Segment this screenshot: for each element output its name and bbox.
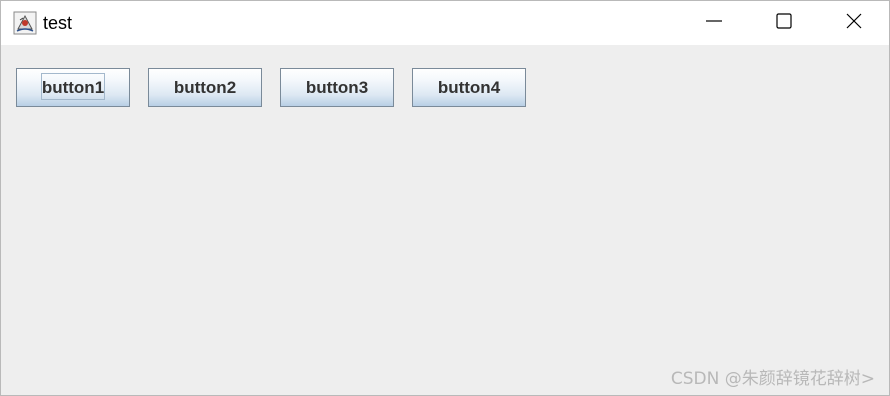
button3-label: button3 <box>305 77 369 97</box>
app-window: test button1 button2 button3 button4 CSD… <box>0 0 890 396</box>
button3[interactable]: button3 <box>280 68 394 107</box>
title-bar[interactable]: test <box>1 1 889 45</box>
window-title: test <box>43 13 73 33</box>
button2-label: button2 <box>173 77 237 97</box>
content-panel: button1 button2 button3 button4 CSDN @朱颜… <box>1 45 889 395</box>
maximize-icon <box>775 12 793 35</box>
minimize-button[interactable] <box>679 1 749 45</box>
java-cup-icon[interactable] <box>13 11 37 35</box>
button4[interactable]: button4 <box>412 68 526 107</box>
minimize-icon <box>705 12 723 35</box>
maximize-button[interactable] <box>749 1 819 45</box>
close-button[interactable] <box>819 1 889 45</box>
button2[interactable]: button2 <box>148 68 262 107</box>
close-icon <box>845 12 863 35</box>
watermark-text: CSDN @朱颜辞镜花辞树> <box>670 369 875 389</box>
button1-label: button1 <box>41 77 105 97</box>
button1[interactable]: button1 <box>16 68 130 107</box>
button4-label: button4 <box>437 77 501 97</box>
